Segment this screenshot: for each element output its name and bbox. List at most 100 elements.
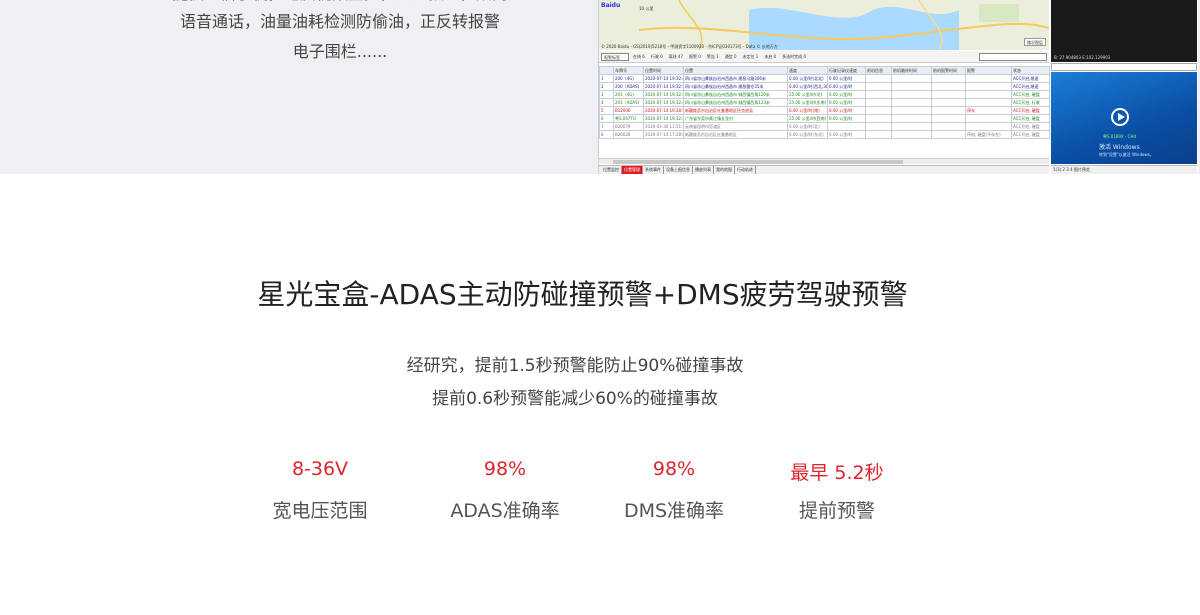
alarm-filter-select[interactable]: 报警标签 xyxy=(601,53,629,61)
table-cell xyxy=(865,130,892,139)
table-cell: 四川省凉山彝族自治州西昌市 城西镇西角123米 xyxy=(683,98,788,107)
table-cell: ACC开启, 硬盘 xyxy=(1011,114,1050,123)
stat-value: 8-36V xyxy=(291,458,349,480)
table-cell xyxy=(931,98,966,107)
table-row[interactable]: 4 201（ADAS) 2020-07-14 19:32:44 四川省凉山彝族自治州西… xyxy=(599,98,1050,107)
tab-6[interactable]: 行动轨迹 xyxy=(735,166,756,174)
page-title: 星光宝盒-ADAS主动防碰撞预警+DMS疲劳驾驶预警 xyxy=(257,278,908,311)
table-cell: ACC开启, 硬盘 xyxy=(1011,122,1050,131)
status-count-item[interactable]: 离线 47 xyxy=(669,54,683,59)
table-cell: 云南省昆明市官渡区 xyxy=(683,122,788,131)
table-cell: 0.00 公里/时(北) xyxy=(787,122,828,131)
table-cell xyxy=(931,130,966,139)
column-header[interactable] xyxy=(599,66,614,75)
table-cell: B20079 xyxy=(613,122,644,131)
column-header[interactable]: 位置时间 xyxy=(643,66,684,75)
status-count-item[interactable]: 多选时完成 0 xyxy=(782,54,806,59)
column-header[interactable]: 位置 xyxy=(683,66,788,75)
camera-view-2[interactable]: 粤S.0189X - CH4 激活 Windows 转到"设置"以激活 Wind… xyxy=(1051,72,1197,164)
table-cell xyxy=(891,122,932,131)
tab-2[interactable]: 系统事件 xyxy=(643,166,664,174)
column-header[interactable]: 前机最终时间 xyxy=(891,66,932,75)
bottom-tab-bar: 位置监控 位置管理 系统事件 设备上报信息 播放列表 我的地图 行动轨迹 xyxy=(599,165,1049,174)
table-cell: 7 xyxy=(599,122,614,131)
table-cell: 四川省凉山彝族自治州西昌市 城西镇西角120米 xyxy=(683,90,788,99)
table-cell: 5 xyxy=(599,106,614,115)
stat-label: 宽电压范围 xyxy=(272,500,368,522)
status-toolbar: 报警标签 在线 6 行驶 0 离线 47 报警 0 警告 1 通信 0 未定位 1 未启 0 多… xyxy=(599,51,1049,63)
table-cell: 2020-07-14 19:32:46 xyxy=(643,74,684,83)
column-header[interactable]: 报警 xyxy=(965,66,1012,75)
table-cell: 0.00 公里/时 xyxy=(827,82,866,91)
camera-coordinates: B: 27.904803 E:102.129903 xyxy=(1054,55,1111,60)
table-cell: 0.00 公里/时(西北,30度) xyxy=(787,82,828,91)
table-cell xyxy=(891,130,932,139)
column-header[interactable]: 车牌号 xyxy=(613,66,644,75)
status-count-item[interactable]: 报警 0 xyxy=(689,54,701,59)
column-header[interactable]: 前机信息 xyxy=(865,66,892,75)
scrollbar-thumb[interactable] xyxy=(613,160,903,164)
camera-view-1[interactable]: B: 27.904803 E:102.129903 xyxy=(1051,0,1197,62)
status-counts: 在线 6 行驶 0 离线 47 报警 0 警告 1 通信 0 未定位 1 未启 0 多选时完成 … xyxy=(633,54,812,60)
table-body: 1 200（4G) 2020-07-14 19:32:46 四川省凉山彝族自治州西昌市… xyxy=(599,74,1050,139)
status-count-item[interactable]: 未启 0 xyxy=(764,54,776,59)
table-cell xyxy=(891,90,932,99)
table-row[interactable]: 3 201（4G) 2020-07-14 19:32:43 四川省凉山彝族自治州西昌市… xyxy=(599,90,1050,99)
tab-0[interactable]: 位置监控 xyxy=(601,166,622,174)
status-count-item[interactable]: 通信 0 xyxy=(725,54,737,59)
search-box[interactable] xyxy=(979,53,1047,61)
table-cell: 0.00 公里/时(南) xyxy=(787,106,828,115)
table-cell xyxy=(865,90,892,99)
column-header[interactable]: 前机报警时间 xyxy=(931,66,966,75)
play-icon[interactable] xyxy=(1111,108,1129,126)
table-cell: ACC开启, 硬盘 xyxy=(1011,130,1050,139)
camera-channel-select[interactable] xyxy=(1051,63,1197,71)
status-count-item[interactable]: 警告 1 xyxy=(707,54,719,59)
research-line-2: 提前0.6秒预警能减少60%的碰撞事故 xyxy=(432,389,718,409)
table-cell: 四川省凉山彝族自治州西昌市 建昌马路306米 xyxy=(683,74,788,83)
table-cell: ACC开启,熄速 xyxy=(1011,82,1050,91)
table-cell: 0.00 公里/时 xyxy=(827,114,866,123)
status-count-item[interactable]: 在线 6 xyxy=(633,54,645,59)
table-cell: 2020-07-14 19:32:41 xyxy=(643,114,684,123)
status-count-item[interactable]: 行驶 0 xyxy=(651,54,663,59)
table-cell xyxy=(865,122,892,131)
table-cell: 0.00 公里/时(东北) xyxy=(787,130,828,139)
column-header[interactable]: 速度 xyxy=(787,66,828,75)
table-row[interactable]: 7 B20079 2020-03-30 11:51:30 云南省昆明市官渡区 0.00 … xyxy=(599,122,1050,131)
tab-1[interactable]: 位置管理 xyxy=(622,166,643,174)
table-cell xyxy=(965,90,1012,99)
tab-5[interactable]: 我的地图 xyxy=(714,166,735,174)
horizontal-scrollbar[interactable] xyxy=(599,158,1049,164)
table-cell: 0.00 公里/时 xyxy=(827,130,866,139)
table-cell: 4 xyxy=(599,98,614,107)
table-row[interactable]: 8 B26028 2020-07-14 17:28:02 新疆维吾尔自治区吐鲁番地区 0… xyxy=(599,130,1050,139)
table-row[interactable]: 1 200（4G) 2020-07-14 19:32:46 四川省凉山彝族自治州西昌市… xyxy=(599,74,1050,83)
table-row[interactable]: 5 B12006 2020-07-14 19:28:51 新疆维吾尔自治区吐鲁番地区托… xyxy=(599,106,1050,115)
table-cell xyxy=(931,74,966,83)
column-header[interactable]: 状态 xyxy=(1011,66,1050,75)
map-view[interactable]: Baidu 10 公里 © 2020 Baidu - GS(2019)5218号… xyxy=(599,0,1049,50)
feature-line-1: 语音通话，油量油耗检测防偷油，正反转报警 xyxy=(179,12,500,31)
research-line-1: 经研究，提前1.5秒预警能防止90%碰撞事故 xyxy=(406,356,744,376)
table-cell: 四川省凉山彝族自治州西昌市 建昌雷伦35米 xyxy=(683,82,788,91)
activate-windows-watermark: 激活 Windows xyxy=(1099,144,1140,151)
map-layer-button[interactable]: 路况图层 xyxy=(1024,38,1046,46)
feature-line-partial: 提供通信手机，电脑视频监控，通过预置，双向 xyxy=(100,0,580,8)
table-cell: 8 xyxy=(599,130,614,139)
table-cell: 201（4G) xyxy=(613,90,644,99)
column-header[interactable]: 行驶记录仪速度 xyxy=(827,66,866,75)
table-cell xyxy=(965,114,1012,123)
table-row[interactable]: 2 200（ADAS) 2020-07-14 19:32:53 四川省凉山彝族自治州西… xyxy=(599,82,1050,91)
camera-channel-label: 粤S.0189X - CH4 xyxy=(1103,134,1137,139)
table-cell: 粤S.067TU xyxy=(613,114,644,123)
table-cell: 停车 xyxy=(965,106,1012,115)
table-row[interactable]: 6 粤S.067TU 2020-07-14 19:32:41 广东省东莞市黄江镇长龙村… xyxy=(599,114,1050,123)
table-cell xyxy=(931,106,966,115)
tab-3[interactable]: 设备上报信息 xyxy=(664,166,693,174)
map-copyright: © 2020 Baidu - GS(2019)5218号 - 甲测资字11009… xyxy=(601,44,778,49)
table-cell: 6 xyxy=(599,114,614,123)
camera-tab-bar[interactable]: 1(3) 2 3 4 图片预览 xyxy=(1051,165,1197,174)
status-count-item[interactable]: 未定位 1 xyxy=(743,54,759,59)
tab-4[interactable]: 播放列表 xyxy=(693,166,714,174)
